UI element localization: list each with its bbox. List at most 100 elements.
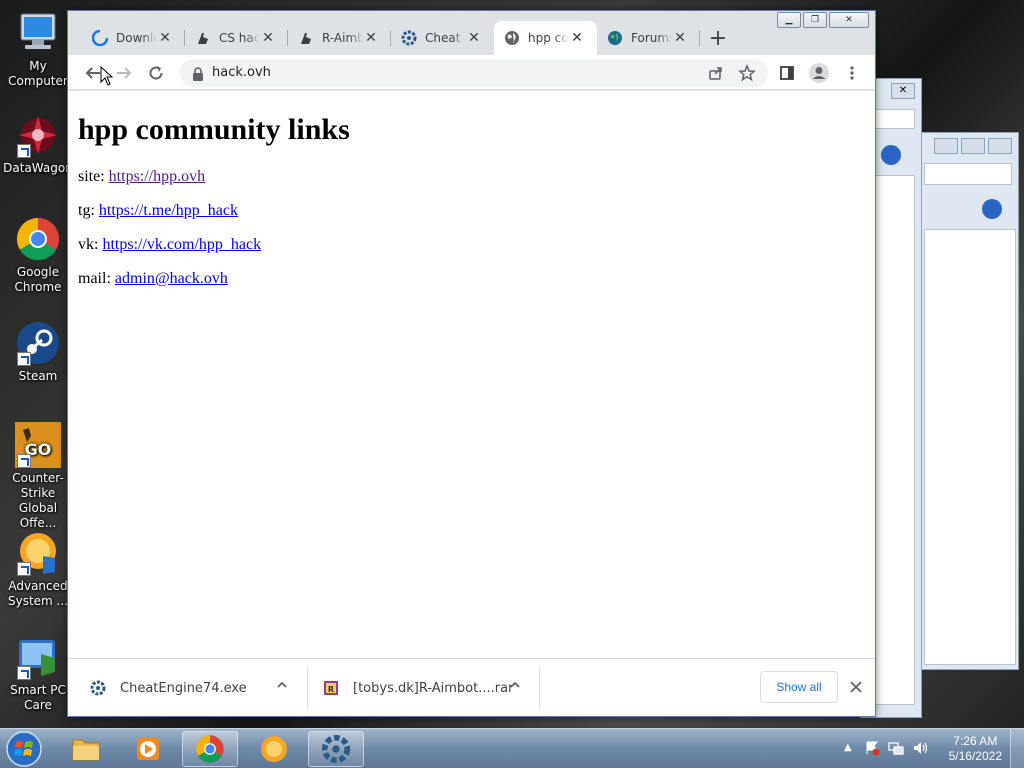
tab-cheat-engine[interactable]: Cheat Engine ✕ xyxy=(391,21,494,55)
menu-button[interactable] xyxy=(839,60,865,86)
taskbar-chrome[interactable] xyxy=(182,731,238,767)
start-button[interactable] xyxy=(4,730,48,768)
telegram-link[interactable]: https://t.me/hpp_hack xyxy=(99,202,238,219)
tab-hpp-community-links[interactable]: hpp community links ✕ xyxy=(494,21,597,55)
show-all-button[interactable]: Show all xyxy=(760,671,838,703)
volume-icon[interactable] xyxy=(912,740,928,760)
desktop-icon-label: Advanced System ... xyxy=(7,579,68,608)
show-hidden-icons-icon[interactable]: ▲ xyxy=(844,742,852,753)
chevron-up-icon[interactable] xyxy=(276,679,288,695)
tab-title: Downloads xyxy=(116,31,157,45)
close-icon[interactable]: ✕ xyxy=(157,30,173,46)
desktop-icon-advanced-systemcare[interactable]: Advanced System ... xyxy=(0,530,76,609)
datawagon-icon xyxy=(15,112,61,158)
page-heading: hpp community links xyxy=(78,113,350,146)
mouse-cursor-icon xyxy=(100,66,114,86)
desktop-icon-my-computer[interactable]: My Computer xyxy=(0,10,76,89)
clock[interactable]: 7:26 AM 5/16/2022 xyxy=(949,734,1002,764)
download-filename: [tobys.dk]R-Aimbot....rar xyxy=(353,680,514,696)
link-row-vk: vk: https://vk.com/hpp_hack xyxy=(78,236,865,254)
side-panel-button[interactable] xyxy=(774,60,800,86)
folder-icon xyxy=(72,739,100,761)
star-icon[interactable] xyxy=(738,63,756,86)
tab-r-aimbot[interactable]: R-Aimbot ✕ xyxy=(288,21,391,55)
globe-icon xyxy=(504,30,520,46)
link-label: vk: xyxy=(78,236,103,253)
rar-icon: R xyxy=(323,680,339,696)
media-player-icon xyxy=(137,738,159,760)
desktop-icon-label: Google Chrome xyxy=(14,265,62,294)
desktop-icon-label: Smart PC Care xyxy=(10,683,66,712)
taskbar-cheat-engine[interactable] xyxy=(308,731,364,767)
maximize-icon[interactable] xyxy=(961,138,985,154)
cs-icon xyxy=(298,30,314,46)
chrome-icon xyxy=(15,216,61,262)
close-icon[interactable]: ✕ xyxy=(672,30,688,46)
close-icon[interactable]: ✕ xyxy=(466,30,482,46)
csgo-icon: GO xyxy=(15,422,61,468)
desktop-icon-smart-pc-care[interactable]: Smart PC Care xyxy=(0,634,76,713)
desktop-icon-csgo[interactable]: GO Counter-Strike Global Offe... xyxy=(0,422,76,531)
show-desktop-button[interactable] xyxy=(1010,729,1024,768)
tab-title: CS hacks xyxy=(219,31,260,45)
windows-logo-icon xyxy=(6,731,42,767)
help-icon[interactable] xyxy=(881,145,901,165)
tab-forums[interactable]: Forums ✕ xyxy=(597,21,700,55)
download-filename: CheatEngine74.exe xyxy=(120,680,247,696)
close-icon[interactable]: ✕ xyxy=(891,83,915,99)
title-bar[interactable]: ▁ ❐ ✕ Downloads ✕ CS hacks ✕ R-Aimbot ✕ xyxy=(68,11,875,55)
profile-button[interactable] xyxy=(806,60,832,86)
forward-button[interactable] xyxy=(111,60,137,86)
address-bar[interactable]: hack.ovh xyxy=(180,59,768,87)
close-icon[interactable] xyxy=(988,138,1012,154)
close-icon[interactable]: ✕ xyxy=(569,30,585,46)
taskbar-explorer[interactable] xyxy=(58,731,114,767)
network-icon[interactable] xyxy=(888,740,904,760)
link-label: mail: xyxy=(78,270,115,287)
action-center-icon[interactable] xyxy=(864,740,880,760)
share-icon[interactable] xyxy=(708,65,724,85)
globe-icon xyxy=(607,30,623,46)
close-icon xyxy=(850,681,862,693)
reload-button[interactable] xyxy=(143,60,169,86)
chevron-up-icon[interactable] xyxy=(509,679,521,695)
taskbar-media-player[interactable] xyxy=(120,731,176,767)
smart-pc-care-icon xyxy=(15,634,61,680)
close-download-shelf-button[interactable] xyxy=(846,677,866,697)
cheat-engine-icon xyxy=(401,30,417,46)
shortcut-arrow-icon xyxy=(17,666,31,680)
avatar-icon xyxy=(809,63,829,83)
close-button[interactable]: ✕ xyxy=(829,12,869,28)
download-item-r-aimbot[interactable]: R [tobys.dk]R-Aimbot....rar xyxy=(323,667,523,709)
site-link[interactable]: https://hpp.ovh xyxy=(109,168,205,185)
clock-date: 5/16/2022 xyxy=(948,749,1002,763)
minimize-button[interactable]: ▁ xyxy=(777,12,801,28)
download-shelf: CheatEngine74.exe R [tobys.dk]R-Aimbot..… xyxy=(68,658,875,716)
tab-strip: Downloads ✕ CS hacks ✕ R-Aimbot ✕ Cheat … xyxy=(82,21,732,55)
background-window-2[interactable] xyxy=(921,132,1019,670)
shortcut-arrow-icon xyxy=(17,144,31,158)
search-input[interactable] xyxy=(924,163,1012,185)
download-item-cheatengine[interactable]: CheatEngine74.exe xyxy=(90,667,290,709)
browser-window[interactable]: ▁ ❐ ✕ Downloads ✕ CS hacks ✕ R-Aimbot ✕ xyxy=(67,10,876,717)
close-icon[interactable]: ✕ xyxy=(363,30,379,46)
desktop-icon-steam[interactable]: Steam xyxy=(0,320,76,384)
taskbar-advanced-systemcare[interactable] xyxy=(246,731,302,767)
help-icon[interactable] xyxy=(982,199,1002,219)
close-icon[interactable]: ✕ xyxy=(260,30,276,46)
mail-link[interactable]: admin@hack.ovh xyxy=(115,270,228,287)
link-label: tg: xyxy=(78,202,99,219)
cheat-engine-icon xyxy=(90,680,106,696)
desktop-icon-chrome[interactable]: Google Chrome xyxy=(0,216,76,295)
more-vertical-icon xyxy=(850,66,854,80)
tab-title: R-Aimbot xyxy=(322,31,363,45)
shortcut-arrow-icon xyxy=(17,352,31,366)
vk-link[interactable]: https://vk.com/hpp_hack xyxy=(102,236,261,253)
minimize-icon[interactable] xyxy=(934,138,958,154)
new-tab-button[interactable]: + xyxy=(704,21,732,55)
desktop-icon-datawagon[interactable]: DataWagon xyxy=(0,112,76,176)
maximize-button[interactable]: ❐ xyxy=(803,12,827,28)
link-row-tg: tg: https://t.me/hpp_hack xyxy=(78,202,865,220)
tab-downloads[interactable]: Downloads ✕ xyxy=(82,21,185,55)
tab-cs-hacks[interactable]: CS hacks ✕ xyxy=(185,21,288,55)
